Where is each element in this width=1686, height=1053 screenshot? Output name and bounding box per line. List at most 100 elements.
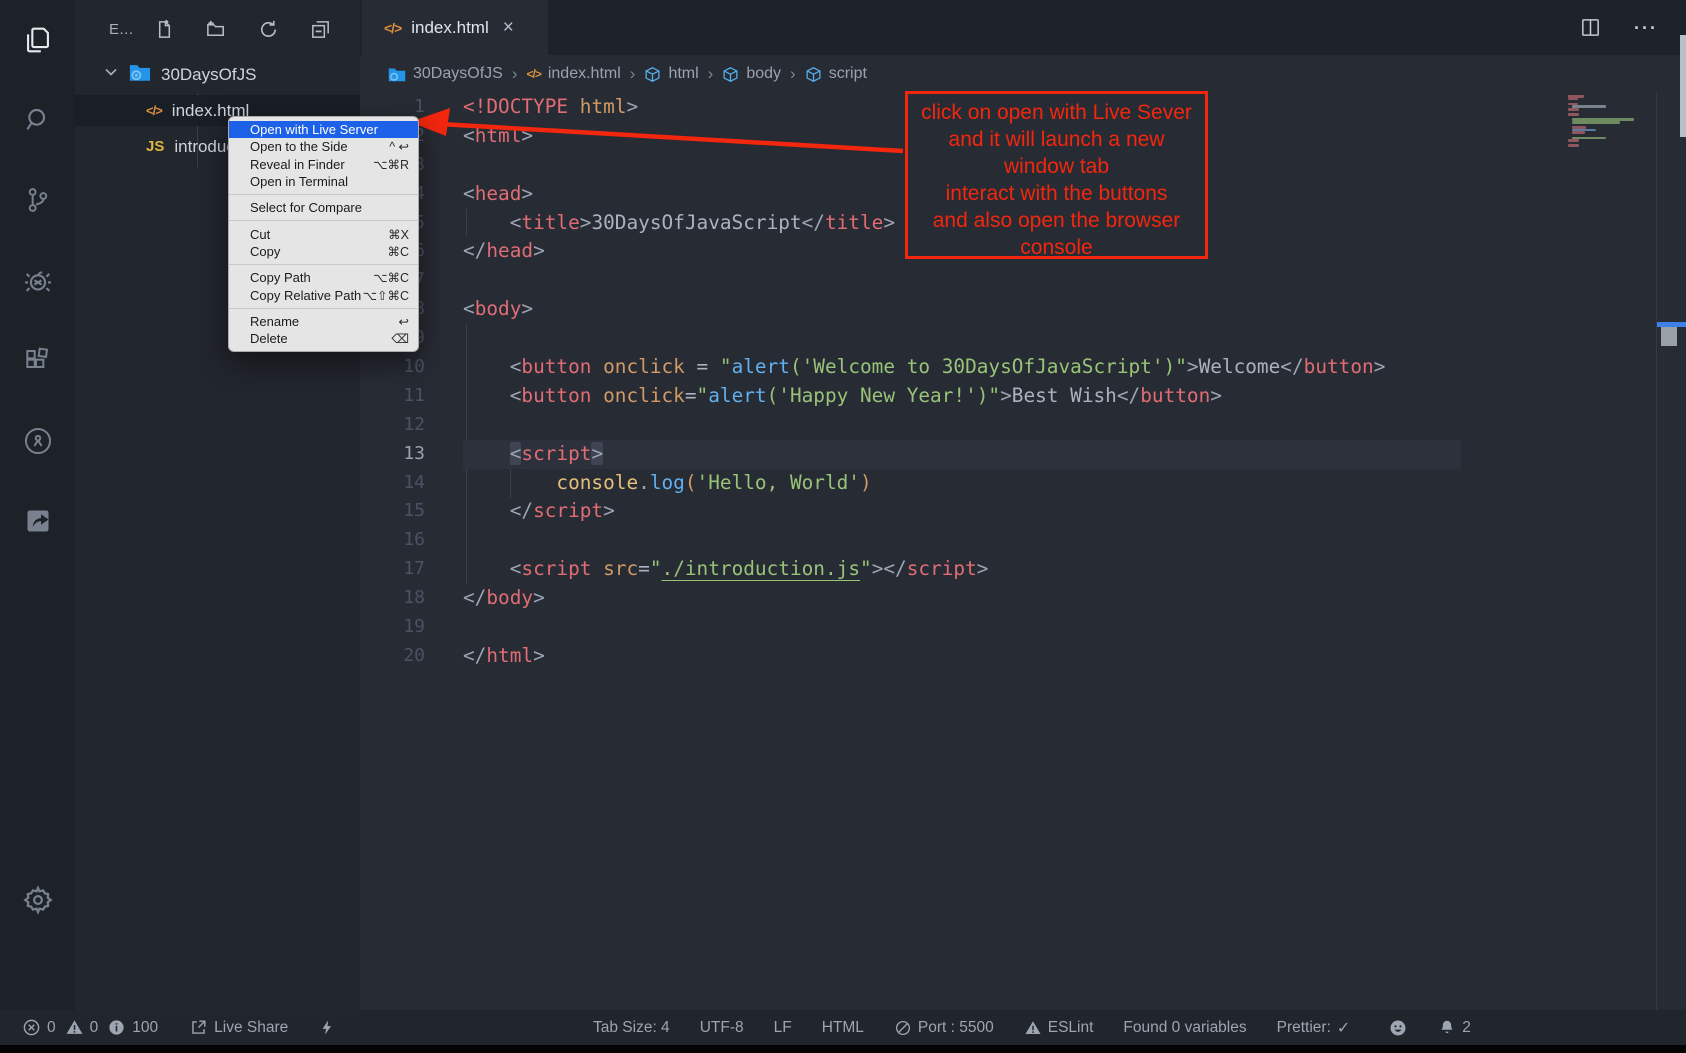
prettier-status[interactable]: Prettier:✓ <box>1277 1018 1351 1038</box>
breadcrumb-item-html[interactable]: html <box>644 65 698 83</box>
annotation-text-line: click on open with Live Sever <box>908 99 1205 126</box>
breadcrumb-item-index-html[interactable]: </>index.html <box>526 65 620 83</box>
minimap-line <box>1572 131 1585 134</box>
breadcrumb-item-script[interactable]: script <box>805 65 867 83</box>
menu-item-delete[interactable]: Delete⌫ <box>229 330 418 347</box>
minimap-line <box>1568 113 1579 116</box>
menu-shortcut: ⌘X <box>388 227 409 242</box>
warnings-status[interactable]: 0 <box>65 1018 99 1037</box>
extensions-icon[interactable] <box>0 337 75 385</box>
code-line-12: 12 <box>360 411 1686 440</box>
tab-size-status[interactable]: Tab Size: 4 <box>593 1019 670 1037</box>
breadcrumb-label: index.html <box>548 65 621 83</box>
menu-item-copy[interactable]: Copy⌘C <box>229 243 418 260</box>
minimap-line <box>1568 108 1579 111</box>
settings-gear-icon[interactable] <box>0 876 75 924</box>
breadcrumb-label: script <box>829 65 867 83</box>
search-icon[interactable] <box>0 96 75 144</box>
menu-item-open-in-terminal[interactable]: Open in Terminal <box>229 173 418 190</box>
line-number: 14 <box>360 469 425 498</box>
menu-separator <box>229 194 418 195</box>
editor-scrollbar[interactable] <box>1680 35 1686 137</box>
lightning-icon <box>319 1018 336 1037</box>
refresh-icon[interactable] <box>257 18 280 41</box>
line-number: 20 <box>360 642 425 671</box>
code-line-11: 11 <button onclick="alert('Happy New Yea… <box>360 382 1686 411</box>
eol-status[interactable]: LF <box>774 1019 792 1037</box>
lightning-status[interactable] <box>319 1018 336 1037</box>
breadcrumb-separator: › <box>790 64 796 84</box>
code-line-8: 8<body> <box>360 295 1686 324</box>
overview-ruler-selection-marker <box>1661 327 1677 346</box>
menu-item-select-for-compare[interactable]: Select for Compare <box>229 199 418 216</box>
menu-shortcut: ⌥⇧⌘C <box>363 288 409 303</box>
menu-item-copy-relative-path[interactable]: Copy Relative Path⌥⇧⌘C <box>229 286 418 303</box>
menu-separator <box>229 220 418 221</box>
port-icon <box>894 1019 912 1037</box>
close-icon[interactable]: × <box>503 18 514 37</box>
line-number: 16 <box>360 526 425 555</box>
context-menu: Open with Live ServerOpen to the Side^ ↩… <box>228 116 419 352</box>
breadcrumb-separator: › <box>708 64 714 84</box>
live-share-status[interactable]: Live Share <box>189 1018 288 1037</box>
more-actions-icon[interactable]: ... <box>1634 13 1658 42</box>
chevron-down-icon <box>103 64 119 85</box>
bell-icon <box>1438 1018 1456 1037</box>
smiley-icon <box>1388 1018 1408 1038</box>
feedback-smiley[interactable] <box>1388 1018 1408 1038</box>
breadcrumb: 30DaysOfJS›</>index.html›html›body›scrip… <box>360 55 1686 93</box>
menu-item-reveal-in-finder[interactable]: Reveal in Finder⌥⌘R <box>229 156 418 173</box>
split-editor-icon[interactable] <box>1579 16 1602 39</box>
code-line-15: 15 </script> <box>360 497 1686 526</box>
code-line-19: 19 <box>360 613 1686 642</box>
explorer-icon[interactable] <box>0 16 75 64</box>
line-number: 10 <box>360 353 425 382</box>
errors-status[interactable]: 0 <box>22 1018 56 1037</box>
breadcrumb-label: body <box>746 65 781 83</box>
annotation-text-line: and it will launch a new <box>908 126 1205 153</box>
tab-index-html[interactable]: </> index.html × <box>362 0 548 55</box>
line-number: 12 <box>360 411 425 440</box>
status-bar: 0 0 100 Live Share Tab Size: 4 UTF-8 LF … <box>0 1010 1686 1045</box>
tree-folder-30daysofjs[interactable]: 30DaysOfJS <box>75 59 360 90</box>
menu-shortcut: ⌥⌘R <box>373 157 409 172</box>
run-debug-icon[interactable] <box>0 257 75 305</box>
encoding-status[interactable]: UTF-8 <box>700 1019 744 1037</box>
menu-item-cut[interactable]: Cut⌘X <box>229 225 418 242</box>
live-share-session-icon[interactable] <box>0 417 75 465</box>
eslint-status[interactable]: ESLint <box>1024 1019 1094 1037</box>
tab-strip: </> index.html × ... <box>360 0 1686 55</box>
variables-status[interactable]: Found 0 variables <box>1123 1019 1246 1037</box>
collapse-all-icon[interactable] <box>309 18 332 41</box>
menu-item-open-to-the-side[interactable]: Open to the Side^ ↩ <box>229 138 418 155</box>
line-number: 18 <box>360 584 425 613</box>
code-line-16: 16 <box>360 526 1686 555</box>
minimap[interactable] <box>1568 95 1658 155</box>
menu-item-rename[interactable]: Rename↩ <box>229 313 418 330</box>
explorer-header: E... <box>75 12 360 46</box>
notifications-status[interactable]: 2 <box>1438 1018 1471 1037</box>
html-file-icon: </> <box>384 20 401 36</box>
new-file-icon[interactable] <box>153 18 176 41</box>
port-status[interactable]: Port : 5500 <box>894 1019 994 1037</box>
code-line-17: 17 <script src="./introduction.js"></scr… <box>360 555 1686 584</box>
overview-ruler-divider <box>1656 93 1657 1010</box>
breadcrumb-item-body[interactable]: body <box>722 65 781 83</box>
info-status[interactable]: 100 <box>107 1018 158 1037</box>
js-file-icon: JS <box>146 138 164 155</box>
source-control-icon[interactable] <box>0 176 75 224</box>
menu-item-copy-path[interactable]: Copy Path⌥⌘C <box>229 269 418 286</box>
breadcrumb-item-30daysofjs[interactable]: 30DaysOfJS <box>388 65 503 83</box>
new-folder-icon[interactable] <box>205 18 228 41</box>
menu-shortcut: ⌫ <box>391 331 409 346</box>
info-icon <box>107 1018 126 1037</box>
menu-item-open-with-live-server[interactable]: Open with Live Server <box>229 121 418 138</box>
share-extension-icon[interactable] <box>0 497 75 545</box>
menu-shortcut: ↩ <box>399 314 409 329</box>
window-bottom-edge <box>0 1045 1686 1053</box>
activity-bar <box>0 0 75 1010</box>
code-line-18: 18</body> <box>360 584 1686 613</box>
code-line-10: 10 <button onclick = "alert('Welcome to … <box>360 353 1686 382</box>
language-status[interactable]: HTML <box>822 1019 864 1037</box>
folder-label: 30DaysOfJS <box>161 65 256 85</box>
